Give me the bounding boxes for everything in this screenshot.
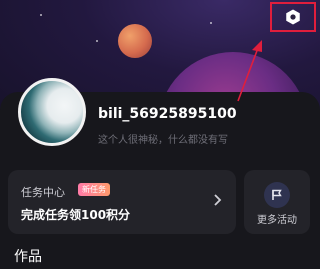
avatar[interactable] xyxy=(18,78,86,146)
new-task-badge: 新任务 xyxy=(78,183,110,196)
star xyxy=(40,14,42,16)
planet-small xyxy=(118,24,152,58)
chevron-right-icon xyxy=(214,194,222,206)
star xyxy=(96,40,98,42)
task-center-card[interactable]: 任务中心 新任务 完成任务领100积分 xyxy=(8,170,236,234)
settings-button[interactable] xyxy=(270,2,316,32)
flag-icon xyxy=(272,189,282,200)
more-activities-button[interactable]: 更多活动 xyxy=(244,170,310,234)
works-section-title: 作品 xyxy=(14,249,42,265)
settings-hexagon-icon xyxy=(286,9,300,25)
bio-text: 这个人很神秘，什么都没有写 xyxy=(98,135,228,146)
more-activities-label: 更多活动 xyxy=(257,215,297,226)
task-center-subtitle: 完成任务领100积分 xyxy=(21,208,131,222)
username[interactable]: bili_56925895100 xyxy=(98,106,237,122)
task-center-title: 任务中心 xyxy=(21,186,65,199)
flag-icon-circle xyxy=(264,182,290,208)
star xyxy=(210,22,212,24)
